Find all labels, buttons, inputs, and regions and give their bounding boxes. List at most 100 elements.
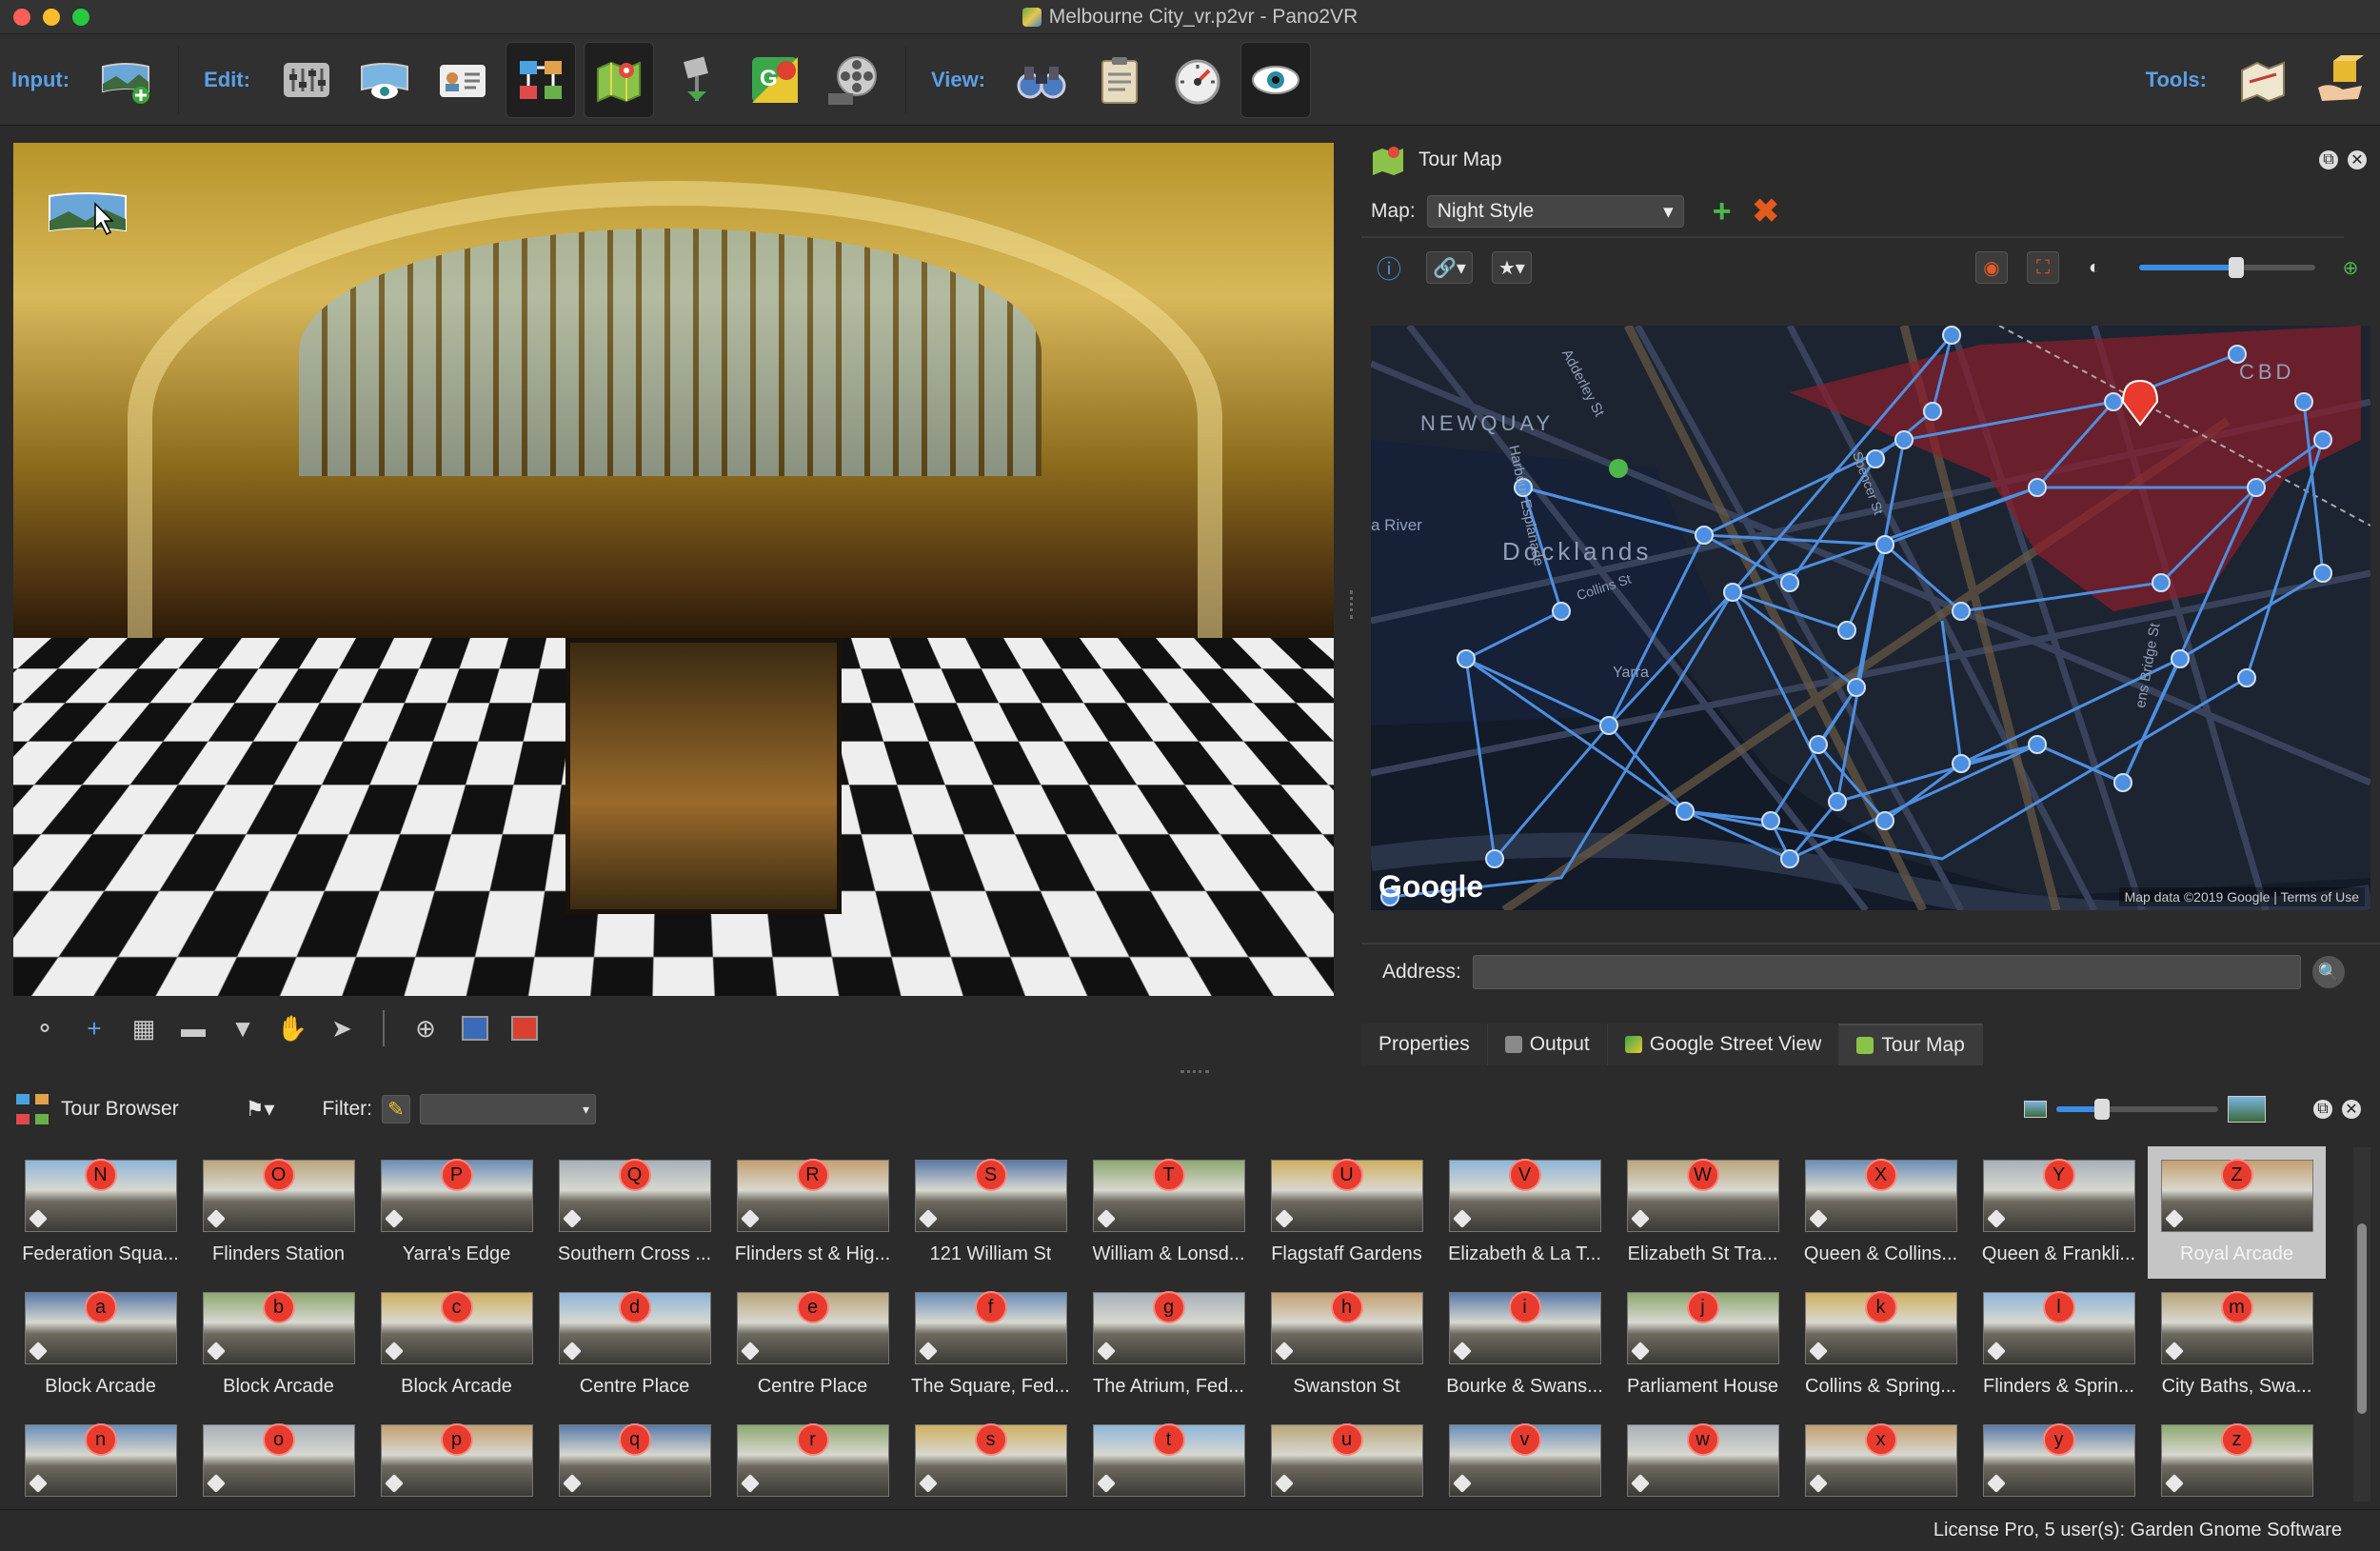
panorama-node[interactable]: q (545, 1411, 724, 1499)
panorama-node[interactable]: l Flinders & Sprin... (1970, 1279, 2148, 1411)
tour-map-toggle-button[interactable] (584, 42, 654, 118)
panorama-node[interactable]: d Centre Place (545, 1279, 724, 1411)
panorama-node[interactable]: m City Baths, Swa... (2148, 1279, 2326, 1411)
panorama-node[interactable]: V Elizabeth & La T... (1436, 1146, 1614, 1279)
tab-tour-map[interactable]: Tour Map (1839, 1024, 1983, 1065)
panorama-node[interactable]: x (1792, 1411, 1970, 1499)
panorama-node[interactable]: a Block Arcade (11, 1279, 189, 1411)
address-input[interactable] (1473, 955, 2301, 989)
filter-dropdown[interactable]: ▾ (420, 1094, 596, 1124)
panorama-node[interactable]: t (1080, 1411, 1258, 1499)
fit-bounds-icon[interactable]: ⛶ (2027, 251, 2059, 284)
close-panel-button[interactable]: ✕ (2348, 150, 2367, 169)
panorama-node[interactable]: O Flinders Station (189, 1146, 367, 1279)
panorama-node[interactable]: Z Royal Arcade (2148, 1146, 2326, 1279)
floor-plan-button[interactable] (662, 42, 732, 118)
panorama-node[interactable]: N Federation Squa... (11, 1146, 189, 1279)
panorama-node[interactable]: u (1258, 1411, 1436, 1499)
blue-color-swatch[interactable] (457, 1010, 493, 1046)
panorama-node[interactable]: z (2148, 1411, 2326, 1499)
close-panel-button[interactable]: ✕ (2342, 1100, 2361, 1119)
panorama-node[interactable]: i Bourke & Swans... (1436, 1279, 1614, 1411)
map-zoom-knob[interactable] (2229, 257, 2244, 278)
viewing-parameters-button[interactable] (271, 42, 342, 118)
user-data-button[interactable] (427, 42, 498, 118)
scrollbar-thumb[interactable] (2357, 1223, 2367, 1414)
float-panel-button[interactable]: ⧉ (2319, 150, 2338, 169)
red-color-swatch[interactable] (506, 1010, 543, 1046)
float-panel-button[interactable]: ⧉ (2313, 1100, 2332, 1119)
thumbnail-size-slider[interactable] (2056, 1106, 2218, 1112)
panorama-node[interactable]: h Swanston St (1258, 1279, 1436, 1411)
pointer-icon[interactable]: ➤ (324, 1010, 360, 1046)
target-icon[interactable]: ⊕ (407, 1010, 444, 1046)
pin-icon[interactable]: ◉ (1975, 251, 2008, 284)
google-map[interactable]: NEWQUAY Docklands CBD a River Yarra Adde… (1371, 326, 2370, 910)
zoom-in-icon[interactable]: ⊕ (2334, 251, 2367, 284)
panorama-node[interactable]: T William & Lonsd... (1080, 1146, 1258, 1279)
tag-filter-icon[interactable]: ✎ (382, 1095, 410, 1123)
grid-icon[interactable]: ▦ (126, 1010, 162, 1046)
close-window-button[interactable] (13, 9, 30, 26)
zoom-window-button[interactable] (72, 9, 89, 26)
panorama-node[interactable]: e Centre Place (724, 1279, 902, 1411)
panorama-node[interactable]: X Queen & Collins... (1792, 1146, 1970, 1279)
info-icon[interactable]: ⓘ (1371, 251, 1407, 284)
horizontal-splitter[interactable] (1180, 1070, 1209, 1073)
tab-output[interactable]: Output (1488, 1024, 1608, 1065)
panorama-node[interactable]: b Block Arcade (189, 1279, 367, 1411)
link-dropdown-button[interactable]: 🔗▾ (1426, 251, 1473, 284)
ruler-icon[interactable]: ▬ (175, 1010, 211, 1046)
map-style-dropdown[interactable]: Night Style ▾ (1427, 195, 1684, 228)
viewer-settings-button[interactable] (1162, 42, 1233, 118)
preview-button[interactable] (1240, 42, 1311, 118)
tab-properties[interactable]: Properties (1361, 1024, 1488, 1065)
panorama-node[interactable]: c Block Arcade (367, 1279, 545, 1411)
panorama-node[interactable]: P Yarra's Edge (367, 1146, 545, 1279)
minimize-window-button[interactable] (43, 9, 60, 26)
sort-dropdown-icon[interactable]: ⚑▾ (246, 1097, 275, 1122)
crosshair-plus-icon[interactable]: + (76, 1010, 112, 1046)
panorama-node[interactable]: y (1970, 1411, 2148, 1499)
properties-clipboard-button[interactable] (1084, 42, 1155, 118)
panorama-node[interactable]: f The Square, Fed... (902, 1279, 1080, 1411)
patch-input-button[interactable] (349, 42, 420, 118)
panorama-node[interactable]: S 121 William St (902, 1146, 1080, 1279)
panorama-node[interactable]: Q Southern Cross ... (545, 1146, 724, 1279)
marker-dropdown-button[interactable]: ★▾ (1492, 251, 1532, 284)
panorama-node[interactable]: v (1436, 1411, 1614, 1499)
zoom-out-icon[interactable]: ◐ (2078, 251, 2111, 284)
tour-browser-scrollbar[interactable] (2353, 1147, 2370, 1501)
panorama-node[interactable]: o (189, 1411, 367, 1499)
panorama-node[interactable]: n (11, 1411, 189, 1499)
add-map-button[interactable]: + (1713, 193, 1732, 230)
search-icon[interactable]: 🔍 (2312, 956, 2345, 988)
panorama-node[interactable]: U Flagstaff Gardens (1258, 1146, 1436, 1279)
panorama-node[interactable]: j Parliament House (1614, 1279, 1792, 1411)
hand-icon[interactable]: ✋ (274, 1010, 310, 1046)
view-binoculars-button[interactable] (1006, 42, 1077, 118)
vertical-splitter[interactable] (1350, 590, 1354, 619)
funnel-icon[interactable]: ▼ (225, 1010, 261, 1046)
panorama-node[interactable]: w (1614, 1411, 1792, 1499)
import-panorama-button[interactable] (90, 42, 161, 118)
panorama-node[interactable]: Y Queen & Frankli... (1970, 1146, 2148, 1279)
thumbnail-size-knob[interactable] (2094, 1099, 2110, 1120)
tools-package-button[interactable] (2306, 42, 2376, 118)
tab-google-street-view[interactable]: Google Street View (1608, 1024, 1840, 1065)
map-zoom-slider[interactable] (2139, 265, 2315, 270)
panorama-node[interactable]: k Collins & Spring... (1792, 1279, 1970, 1411)
tour-browser-toggle-button[interactable] (506, 42, 576, 118)
google-street-view-button[interactable]: G (740, 42, 810, 118)
panorama-viewer[interactable] (13, 143, 1334, 996)
tools-map-button[interactable] (2228, 42, 2298, 118)
panorama-node[interactable]: R Flinders st & Hig... (724, 1146, 902, 1279)
compass-icon[interactable]: ⚬ (27, 1010, 63, 1046)
panorama-node[interactable]: p (367, 1411, 545, 1499)
terms-link[interactable]: Terms of Use (2281, 889, 2359, 905)
animation-button[interactable] (818, 42, 888, 118)
panorama-node[interactable]: g The Atrium, Fed... (1080, 1279, 1258, 1411)
delete-map-button[interactable]: ✖ (1753, 192, 1780, 230)
panorama-node[interactable]: W Elizabeth St Tra... (1614, 1146, 1792, 1279)
panorama-node[interactable]: r (724, 1411, 902, 1499)
